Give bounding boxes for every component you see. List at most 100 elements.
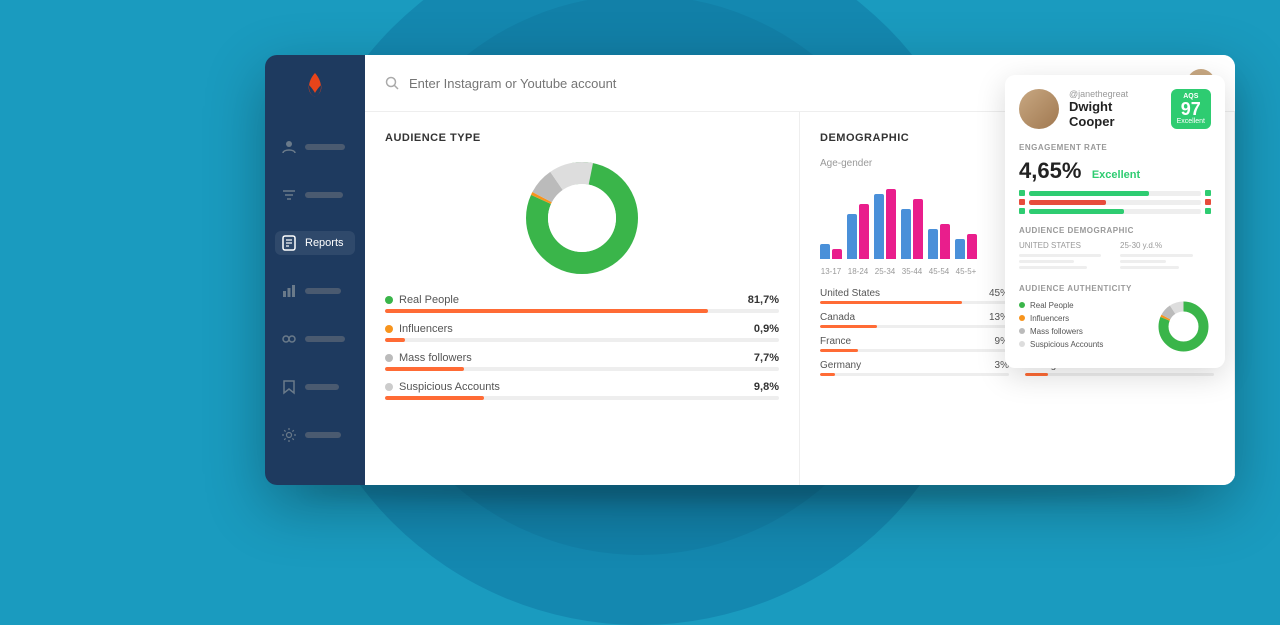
bar-group-0 <box>820 244 842 259</box>
bar-group-3 <box>901 199 923 259</box>
sidebar-logo[interactable] <box>299 71 331 103</box>
bar-female-0 <box>832 249 842 259</box>
bar-influencers <box>385 338 405 342</box>
geo-col-left: United States 45% Canada 13% <box>820 288 1009 384</box>
geo-us-bar <box>820 301 962 304</box>
sidebar-bar <box>305 432 341 438</box>
auth-legend-suspicious: Suspicious Accounts <box>1019 340 1146 349</box>
auth-label-suspicious: Suspicious Accounts <box>1030 340 1103 349</box>
engagement-label: Excellent <box>1092 169 1140 181</box>
sidebar-item-compare[interactable] <box>275 327 355 351</box>
sidebar-bar <box>305 144 345 150</box>
dot-mass-followers <box>385 354 393 362</box>
auth-label-influencers: Influencers <box>1030 314 1069 323</box>
profile-name: Dwight Cooper <box>1069 99 1161 129</box>
legend-influencers: Influencers 0,9% <box>385 323 779 342</box>
bar-group-1 <box>847 204 869 259</box>
age-label-0: 13-17 <box>820 267 842 276</box>
profile-header: @janethegreat Dwight Cooper AQS 97 Excel… <box>1019 89 1211 129</box>
metric-dot-end-2 <box>1205 208 1211 214</box>
demo-mini-bar-6 <box>1120 266 1179 269</box>
bar-female-3 <box>913 199 923 259</box>
label-real-people: Real People <box>399 294 459 306</box>
authenticity-title: AUDIENCE AUTHENTICITY <box>1019 284 1211 293</box>
metric-bar-fill-1 <box>1029 200 1106 205</box>
pct-mass-followers: 7,7% <box>754 352 779 364</box>
bar-group-2 <box>874 189 896 259</box>
geo-germany-bar <box>820 373 835 376</box>
metric-dot-1 <box>1019 199 1025 205</box>
pct-real-people: 81,7% <box>748 294 779 306</box>
aqs-score: 97 <box>1177 100 1205 118</box>
sidebar-item-saved[interactable] <box>275 375 355 399</box>
sidebar-item-filters[interactable] <box>275 183 355 207</box>
bar-male-0 <box>820 244 830 259</box>
auth-dot-real <box>1019 302 1025 308</box>
dot-influencers <box>385 325 393 333</box>
auth-legend-mass: Mass followers <box>1019 327 1146 336</box>
audience-type-title: AUDIENCE TYPE <box>385 132 779 144</box>
dot-suspicious <box>385 383 393 391</box>
metric-bar-row-0 <box>1019 190 1211 196</box>
sidebar-bar <box>305 384 339 390</box>
geo-chicago-bar <box>1025 373 1048 376</box>
metric-bar-bg-0 <box>1029 191 1201 196</box>
sidebar-bar <box>305 288 341 294</box>
audience-demographic-section: AUDIENCE DEMOGRAPHIC UNITED STATES 25-30… <box>1019 226 1211 272</box>
bar-male-5 <box>955 239 965 259</box>
geo-france: France 9% <box>820 336 1009 352</box>
engagement-section: ENGAGEMENT RATE 4,65% Excellent <box>1019 143 1211 214</box>
demo-col-2-title: 25-30 y.d.% <box>1120 241 1211 250</box>
bar-mass-followers <box>385 367 464 371</box>
pct-suspicious: 9,8% <box>754 381 779 393</box>
sidebar-bar <box>305 336 345 342</box>
metric-bar-row-2 <box>1019 208 1211 214</box>
sidebar-item-analytics[interactable] <box>275 279 355 303</box>
profile-card: @janethegreat Dwight Cooper AQS 97 Excel… <box>1005 75 1225 368</box>
geo-canada-bar <box>820 325 877 328</box>
engagement-value: 4,65% <box>1019 158 1081 183</box>
bar-group-5 <box>955 234 977 259</box>
search-icon <box>385 76 399 90</box>
auth-dot-mass <box>1019 328 1025 334</box>
aqs-sub: Excellent <box>1177 118 1205 125</box>
bar-female-2 <box>886 189 896 259</box>
bar-male-2 <box>874 194 884 259</box>
auth-legend-real: Real People <box>1019 301 1146 310</box>
auth-label-real: Real People <box>1030 301 1074 310</box>
bar-group-4 <box>928 224 950 259</box>
auth-dot-suspicious <box>1019 341 1025 347</box>
audience-type-card: AUDIENCE TYPE <box>365 112 800 485</box>
sidebar-reports-label: Reports <box>305 237 344 249</box>
profile-handle: @janethegreat <box>1069 89 1161 99</box>
label-mass-followers: Mass followers <box>399 352 472 364</box>
geo-us: United States 45% <box>820 288 1009 304</box>
label-influencers: Influencers <box>399 323 453 335</box>
metric-dot-end-1 <box>1205 199 1211 205</box>
bar-female-5 <box>967 234 977 259</box>
audience-authenticity-section: AUDIENCE AUTHENTICITY Real People Influe… <box>1019 284 1211 354</box>
metric-dot-0 <box>1019 190 1025 196</box>
geo-canada: Canada 13% <box>820 312 1009 328</box>
sidebar-item-settings[interactable] <box>275 423 355 447</box>
auth-label-mass: Mass followers <box>1030 327 1083 336</box>
sidebar-item-profile[interactable] <box>275 135 355 159</box>
sidebar-bar <box>305 192 343 198</box>
metric-dot-end-0 <box>1205 190 1211 196</box>
engagement-section-title: ENGAGEMENT RATE <box>1019 143 1211 152</box>
age-label-3: 35-44 <box>901 267 923 276</box>
geo-france-bar <box>820 349 858 352</box>
sidebar: Reports <box>265 55 365 485</box>
metric-bar-fill-0 <box>1029 191 1149 196</box>
age-label-4: 45-54 <box>928 267 950 276</box>
demo-mini-bar-1 <box>1019 254 1101 257</box>
geo-germany-name: Germany <box>820 360 861 371</box>
sidebar-item-reports[interactable]: Reports <box>275 231 355 255</box>
donut-chart-container <box>385 158 779 278</box>
auth-dot-influencers <box>1019 315 1025 321</box>
metric-bar-row-1 <box>1019 199 1211 205</box>
demo-mini-bar-2 <box>1019 260 1074 263</box>
avatar <box>1019 89 1059 129</box>
bar-male-4 <box>928 229 938 259</box>
geo-us-name: United States <box>820 288 880 299</box>
